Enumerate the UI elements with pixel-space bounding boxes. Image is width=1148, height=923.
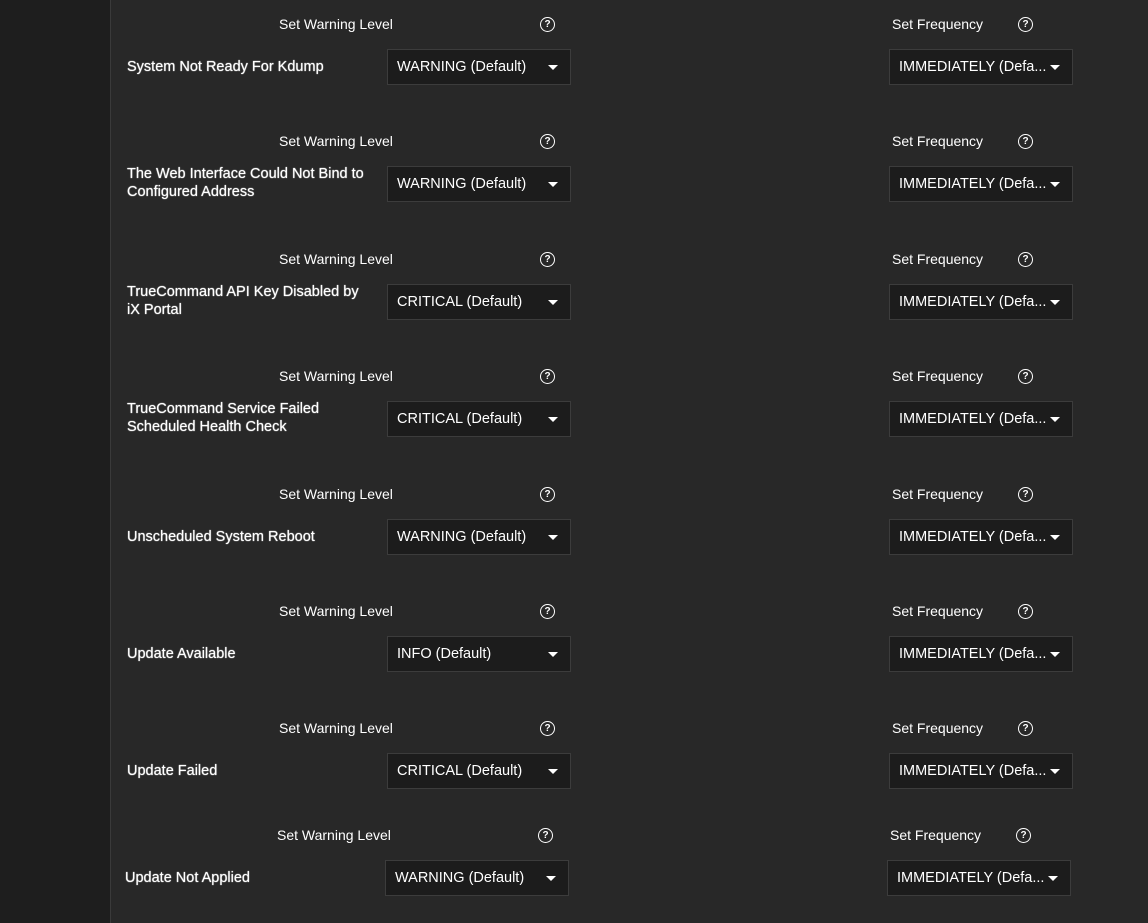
help-icon[interactable]: ? <box>540 17 555 32</box>
frequency-value: IMMEDIATELY (Defa... <box>899 294 1047 310</box>
help-icon[interactable]: ? <box>1018 252 1033 267</box>
alert-name: Unscheduled System Reboot <box>127 529 315 545</box>
warning-level-value: WARNING (Default) <box>397 59 527 75</box>
warning-level-value: CRITICAL (Default) <box>397 763 523 779</box>
frequency-label: Set Frequency <box>892 603 984 619</box>
help-icon[interactable]: ? <box>540 134 555 149</box>
warning-level-label: Set Warning Level <box>279 368 393 384</box>
alert-row: System Not Ready For Kdump Set Warning L… <box>111 0 1148 110</box>
warning-level-select[interactable]: CRITICAL (Default) <box>387 284 571 320</box>
chevron-down-icon <box>548 182 558 187</box>
help-icon[interactable]: ? <box>1018 604 1033 619</box>
chevron-down-icon <box>1050 652 1060 657</box>
warning-level-label: Set Warning Level <box>279 603 393 619</box>
frequency-value: IMMEDIATELY (Defa... <box>899 176 1047 192</box>
help-icon[interactable]: ? <box>540 604 555 619</box>
frequency-value: IMMEDIATELY (Defa... <box>899 646 1047 662</box>
frequency-select[interactable]: IMMEDIATELY (Defa... <box>887 860 1071 896</box>
chevron-down-icon <box>546 876 556 881</box>
frequency-label: Set Frequency <box>890 827 982 843</box>
chevron-down-icon <box>548 300 558 305</box>
help-icon[interactable]: ? <box>1018 487 1033 502</box>
help-icon[interactable]: ? <box>1018 134 1033 149</box>
chevron-down-icon <box>548 769 558 774</box>
frequency-label: Set Frequency <box>892 251 984 267</box>
chevron-down-icon <box>548 417 558 422</box>
frequency-select[interactable]: IMMEDIATELY (Defa... <box>889 49 1073 85</box>
help-icon[interactable]: ? <box>1018 369 1033 384</box>
warning-level-select[interactable]: CRITICAL (Default) <box>387 401 571 437</box>
warning-level-label: Set Warning Level <box>279 16 393 32</box>
alert-name: Update Failed <box>127 763 218 779</box>
warning-level-label: Set Warning Level <box>279 251 393 267</box>
warning-level-value: WARNING (Default) <box>397 529 527 545</box>
warning-level-label: Set Warning Level <box>279 720 393 736</box>
help-icon[interactable]: ? <box>538 828 553 843</box>
alert-name: The Web Interface Could Not Bind to Conf… <box>127 166 364 200</box>
frequency-select[interactable]: IMMEDIATELY (Defa... <box>889 519 1073 555</box>
frequency-value: IMMEDIATELY (Defa... <box>899 529 1047 545</box>
warning-level-select[interactable]: INFO (Default) <box>387 636 571 672</box>
alert-row: Update Not Applied Set Warning Level ? W… <box>109 811 1146 921</box>
frequency-select[interactable]: IMMEDIATELY (Defa... <box>889 166 1073 202</box>
help-icon[interactable]: ? <box>540 487 555 502</box>
help-icon[interactable]: ? <box>540 369 555 384</box>
alert-name: System Not Ready For Kdump <box>127 59 324 75</box>
alert-row: Update Failed Set Warning Level ? CRITIC… <box>111 704 1148 814</box>
warning-level-value: INFO (Default) <box>397 646 492 662</box>
frequency-value: IMMEDIATELY (Defa... <box>899 763 1047 779</box>
alert-row: The Web Interface Could Not Bind to Conf… <box>111 117 1148 227</box>
warning-level-select[interactable]: WARNING (Default) <box>387 49 571 85</box>
frequency-label: Set Frequency <box>892 133 984 149</box>
warning-level-label: Set Warning Level <box>277 827 391 843</box>
chevron-down-icon <box>548 535 558 540</box>
alert-name: TrueCommand Service Failed Scheduled Hea… <box>127 401 320 435</box>
sidebar <box>0 0 111 923</box>
frequency-value: IMMEDIATELY (Defa... <box>899 411 1047 427</box>
warning-level-value: CRITICAL (Default) <box>397 294 523 310</box>
frequency-value: IMMEDIATELY (Defa... <box>897 870 1045 886</box>
warning-level-value: CRITICAL (Default) <box>397 411 523 427</box>
help-icon[interactable]: ? <box>540 721 555 736</box>
chevron-down-icon <box>1050 417 1060 422</box>
frequency-label: Set Frequency <box>892 368 984 384</box>
chevron-down-icon <box>548 65 558 70</box>
help-icon[interactable]: ? <box>1016 828 1031 843</box>
help-icon[interactable]: ? <box>1018 17 1033 32</box>
frequency-select[interactable]: IMMEDIATELY (Defa... <box>889 636 1073 672</box>
chevron-down-icon <box>1050 535 1060 540</box>
frequency-label: Set Frequency <box>892 486 984 502</box>
alert-row: TrueCommand Service Failed Scheduled Hea… <box>111 352 1148 462</box>
alert-row: Unscheduled System Reboot Set Warning Le… <box>111 470 1148 580</box>
chevron-down-icon <box>548 652 558 657</box>
help-icon[interactable]: ? <box>540 252 555 267</box>
frequency-select[interactable]: IMMEDIATELY (Defa... <box>889 753 1073 789</box>
help-icon[interactable]: ? <box>1018 721 1033 736</box>
alert-name: Update Not Applied <box>125 870 250 886</box>
alert-name: Update Available <box>127 646 236 662</box>
warning-level-select[interactable]: CRITICAL (Default) <box>387 753 571 789</box>
warning-level-select[interactable]: WARNING (Default) <box>385 860 569 896</box>
warning-level-select[interactable]: WARNING (Default) <box>387 519 571 555</box>
warning-level-label: Set Warning Level <box>279 133 393 149</box>
frequency-select[interactable]: IMMEDIATELY (Defa... <box>889 284 1073 320</box>
chevron-down-icon <box>1050 300 1060 305</box>
frequency-label: Set Frequency <box>892 720 984 736</box>
warning-level-value: WARNING (Default) <box>397 176 527 192</box>
alert-name: TrueCommand API Key Disabled by iX Porta… <box>127 284 359 318</box>
frequency-label: Set Frequency <box>892 16 984 32</box>
chevron-down-icon <box>1050 769 1060 774</box>
alert-row: Update Available Set Warning Level ? INF… <box>111 587 1148 697</box>
warning-level-value: WARNING (Default) <box>395 870 525 886</box>
alert-row: TrueCommand API Key Disabled by iX Porta… <box>111 235 1148 345</box>
warning-level-label: Set Warning Level <box>279 486 393 502</box>
chevron-down-icon <box>1050 182 1060 187</box>
frequency-value: IMMEDIATELY (Defa... <box>899 59 1047 75</box>
frequency-select[interactable]: IMMEDIATELY (Defa... <box>889 401 1073 437</box>
chevron-down-icon <box>1050 65 1060 70</box>
warning-level-select[interactable]: WARNING (Default) <box>387 166 571 202</box>
chevron-down-icon <box>1048 876 1058 881</box>
